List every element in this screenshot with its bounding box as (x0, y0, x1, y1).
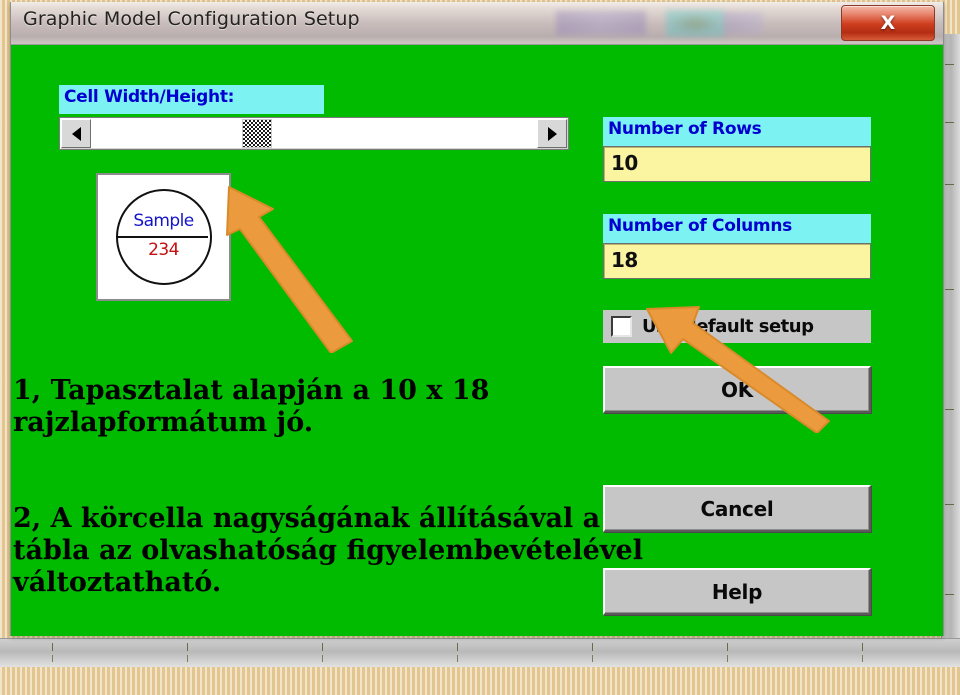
horizontal-ruler (0, 638, 960, 667)
annotation-note-one: 1, Tapasztalat alapján a 10 x 18 rajzlap… (13, 375, 490, 438)
sample-divider-line (115, 236, 208, 238)
ruler-tick (322, 643, 323, 651)
ruler-tick (945, 594, 954, 595)
number-of-rows-label: Number of Rows (603, 117, 871, 146)
ruler-tick (187, 643, 188, 651)
use-default-setup-label: Use default setup (642, 316, 814, 337)
ruler-tick (52, 655, 53, 662)
use-default-setup-checkbox[interactable] (611, 316, 632, 337)
titlebar-artifact-c (723, 12, 763, 34)
window-client-area: Cell Width/Height: Sample 234 Number of … (11, 45, 943, 636)
ruler-tick (457, 643, 458, 651)
number-of-rows-input[interactable]: 10 (603, 146, 871, 182)
window-title: Graphic Model Configuration Setup (23, 8, 360, 30)
annotation-arrow-to-thumb (226, 186, 353, 353)
sample-cell-preview: Sample 234 (96, 173, 231, 301)
ruler-tick (945, 184, 954, 185)
titlebar-artifact-b (666, 10, 724, 37)
scroll-right-arrow-button[interactable] (537, 119, 567, 148)
graphic-model-configuration-window: Graphic Model Configuration Setup X Cell… (10, 2, 944, 636)
annotation-note-two: 2, A körcella nagyságának állításával a … (13, 503, 643, 598)
ruler-tick (862, 655, 863, 662)
scroll-thumb[interactable] (242, 119, 272, 148)
ruler-tick (945, 504, 954, 505)
caret-left-icon (71, 126, 81, 141)
ruler-tick (727, 643, 728, 651)
caret-right-icon (547, 126, 557, 141)
ruler-tick (592, 643, 593, 651)
ruler-tick (862, 643, 863, 651)
ruler-tick (187, 655, 188, 662)
number-of-columns-label: Number of Columns (603, 214, 871, 243)
ruler-tick (592, 655, 593, 662)
cell-size-label: Cell Width/Height: (59, 85, 324, 114)
cell-size-scrollbar[interactable] (59, 117, 569, 150)
sample-circle-icon: Sample 234 (115, 189, 212, 285)
ruler-tick (945, 64, 954, 65)
number-of-columns-input[interactable]: 18 (603, 243, 871, 279)
close-icon: X (880, 12, 896, 34)
sample-top-text: Sample (133, 211, 194, 231)
scroll-left-arrow-button[interactable] (61, 119, 91, 148)
titlebar-artifact-a (556, 11, 646, 35)
ruler-tick (322, 655, 323, 662)
ruler-tick (945, 122, 954, 123)
ruler-tick (727, 655, 728, 662)
use-default-setup-row[interactable]: Use default setup (603, 310, 871, 343)
window-titlebar: Graphic Model Configuration Setup X (11, 2, 943, 45)
ruler-tick (457, 655, 458, 662)
ruler-tick (945, 289, 954, 290)
ruler-tick (945, 409, 954, 410)
ok-button[interactable]: OK (603, 366, 871, 413)
sample-bottom-text: 234 (148, 240, 179, 260)
ruler-tick (52, 643, 53, 651)
close-button[interactable]: X (841, 5, 935, 41)
